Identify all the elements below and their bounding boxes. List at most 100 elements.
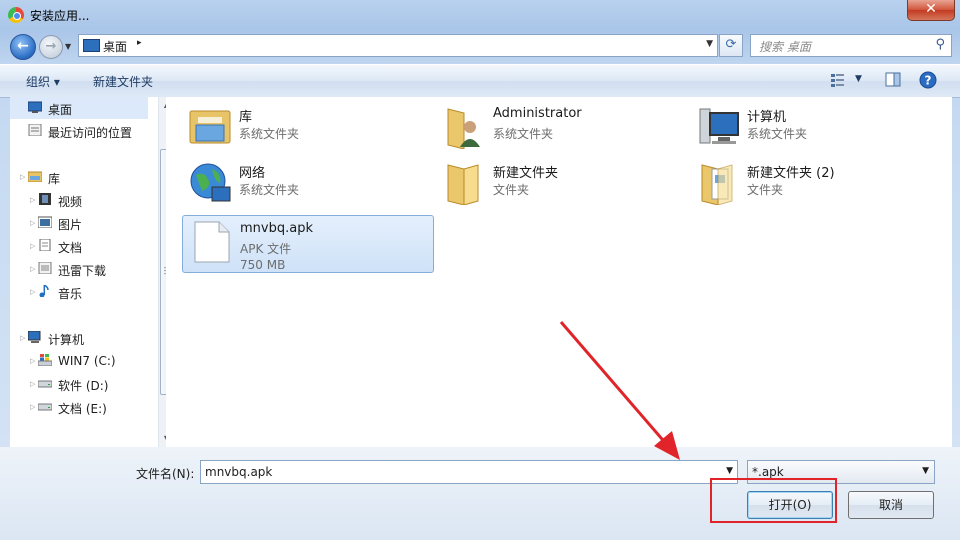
file-item-new-folder[interactable]: 新建文件夹 文件夹 <box>436 157 686 213</box>
search-icon[interactable]: ⚲ <box>935 37 945 52</box>
file-name: mnvbq.apk <box>240 221 313 236</box>
nav-label: 最近访问的位置 <box>48 126 133 140</box>
blank-file-icon <box>194 221 230 263</box>
nav-label: 库 <box>48 172 61 186</box>
organize-button[interactable]: 组织 ▾ <box>26 73 60 90</box>
nav-item-drive-d[interactable]: ▷ 软件 (D:) <box>10 373 148 395</box>
expand-arrow-icon[interactable]: ▷ <box>30 242 35 250</box>
expand-arrow-icon[interactable]: ▷ <box>20 173 25 181</box>
nav-item-drive-c[interactable]: ▷ WIN7 (C:) <box>10 350 148 372</box>
app-icon <box>8 7 24 23</box>
download-folder-icon <box>38 262 52 274</box>
filter-value[interactable]: *.apk <box>752 465 784 479</box>
cancel-button[interactable]: 取消 <box>848 491 934 519</box>
refresh-button[interactable]: ⟳ <box>719 34 743 57</box>
nav-item-libraries[interactable]: ▷ 库 <box>10 166 148 188</box>
file-type: 文件夹 <box>747 183 784 197</box>
file-list: 库 系统文件夹 Administrator 系统文件夹 计算机 系统文件夹 网络… <box>166 97 952 447</box>
nav-item-pictures[interactable]: ▷ 图片 <box>10 212 148 234</box>
address-bar[interactable]: 桌面 ▸ ▼ <box>78 34 718 57</box>
filter-dropdown-icon[interactable]: ▼ <box>922 466 929 476</box>
file-item-libraries[interactable]: 库 系统文件夹 <box>182 101 432 157</box>
desktop-icon <box>83 39 100 52</box>
nav-label: 文档 <box>58 241 83 255</box>
expand-arrow-icon[interactable]: ▷ <box>30 196 35 204</box>
nav-label: WIN7 (C:) <box>58 354 116 368</box>
drive-icon <box>38 403 52 411</box>
file-type: 系统文件夹 <box>239 127 300 141</box>
video-icon <box>39 193 51 205</box>
close-button[interactable]: ✕ <box>907 0 955 21</box>
file-name: 网络 <box>239 166 266 181</box>
file-type: 文件夹 <box>493 183 530 197</box>
picture-icon <box>38 216 52 228</box>
drive-icon <box>38 380 52 388</box>
recent-pages-dropdown-icon[interactable]: ▼ <box>65 42 71 51</box>
nav-item-videos[interactable]: ▷ 视频 <box>10 189 148 211</box>
nav-item-documents[interactable]: ▷ 文档 <box>10 235 148 257</box>
expand-arrow-icon[interactable]: ▷ <box>30 380 35 388</box>
back-button[interactable]: ← <box>10 34 36 60</box>
music-icon <box>39 285 49 297</box>
nav-item-desktop[interactable]: 桌面 <box>10 97 148 119</box>
address-dropdown-icon[interactable]: ▼ <box>706 39 713 49</box>
library-icon <box>28 171 42 182</box>
highlight-box <box>710 478 837 523</box>
file-name: Administrator <box>493 106 582 121</box>
computer-icon <box>699 108 739 144</box>
file-type: 系统文件夹 <box>747 127 808 141</box>
nav-item-music[interactable]: ▷ 音乐 <box>10 281 148 303</box>
nav-label: 桌面 <box>48 103 73 117</box>
desktop-icon <box>28 101 42 113</box>
folder-with-documents-icon <box>701 164 733 205</box>
user-folder-icon <box>447 108 480 149</box>
folder-icon <box>447 164 479 205</box>
expand-arrow-icon[interactable]: ▷ <box>30 357 35 365</box>
title-bar: 安装应用... ✕ <box>0 0 960 30</box>
expand-arrow-icon[interactable]: ▷ <box>30 288 35 296</box>
expand-arrow-icon[interactable]: ▷ <box>30 265 35 273</box>
search-input[interactable]: 搜索 桌面 ⚲ <box>750 34 952 57</box>
nav-item-computer[interactable]: ▷ 计算机 <box>10 327 148 349</box>
nav-label: 视频 <box>58 195 83 209</box>
file-name: 计算机 <box>747 110 787 125</box>
address-location[interactable]: 桌面 <box>103 38 127 55</box>
file-size: 750 MB <box>240 258 286 272</box>
help-icon[interactable]: ? <box>919 71 937 89</box>
network-icon <box>190 163 231 202</box>
breadcrumb-arrow-icon[interactable]: ▸ <box>137 38 142 48</box>
view-options-icon[interactable] <box>829 71 847 89</box>
nav-label: 计算机 <box>48 333 85 347</box>
file-name: 库 <box>239 110 253 125</box>
forward-button[interactable]: → <box>39 35 63 59</box>
system-drive-icon <box>38 354 52 366</box>
file-item-network[interactable]: 网络 系统文件夹 <box>182 157 432 213</box>
expand-arrow-icon[interactable]: ▷ <box>30 219 35 227</box>
expand-arrow-icon[interactable]: ▷ <box>20 334 25 342</box>
nav-label: 图片 <box>58 218 83 232</box>
window-title: 安装应用... <box>30 9 90 23</box>
filename-label: 文件名(N): <box>136 467 195 481</box>
new-folder-button[interactable]: 新建文件夹 <box>93 73 153 90</box>
file-type: 系统文件夹 <box>239 183 300 197</box>
file-open-dialog: 安装应用... ✕ ← → ▼ 桌面 ▸ ▼ ⟳ 搜索 桌面 ⚲ 组织 ▾ 新建… <box>0 0 960 540</box>
file-item-administrator[interactable]: Administrator 系统文件夹 <box>436 101 686 157</box>
nav-label: 文档 (E:) <box>58 402 107 416</box>
nav-item-drive-e[interactable]: ▷ 文档 (E:) <box>10 396 148 418</box>
nav-item-thunder-downloads[interactable]: ▷ 迅雷下载 <box>10 258 148 280</box>
search-placeholder: 搜索 桌面 <box>759 40 811 54</box>
file-item-new-folder-2[interactable]: 新建文件夹 (2) 文件夹 <box>690 157 940 213</box>
filename-input[interactable]: mnvbq.apk ▼ <box>200 460 738 484</box>
file-name: 新建文件夹 (2) <box>747 166 835 181</box>
filename-value[interactable]: mnvbq.apk <box>205 465 272 479</box>
expand-arrow-icon[interactable]: ▷ <box>30 403 35 411</box>
nav-label: 软件 (D:) <box>58 379 109 393</box>
file-item-computer[interactable]: 计算机 系统文件夹 <box>690 101 940 157</box>
file-item-apk[interactable]: mnvbq.apk APK 文件 750 MB <box>182 215 434 273</box>
view-dropdown-icon[interactable]: ▼ <box>855 74 862 84</box>
nav-item-recent-places[interactable]: 最近访问的位置 <box>10 120 148 142</box>
nav-label: 音乐 <box>58 287 83 301</box>
document-icon <box>39 239 51 251</box>
preview-pane-icon[interactable] <box>884 71 902 89</box>
filename-dropdown-icon[interactable]: ▼ <box>726 466 733 476</box>
